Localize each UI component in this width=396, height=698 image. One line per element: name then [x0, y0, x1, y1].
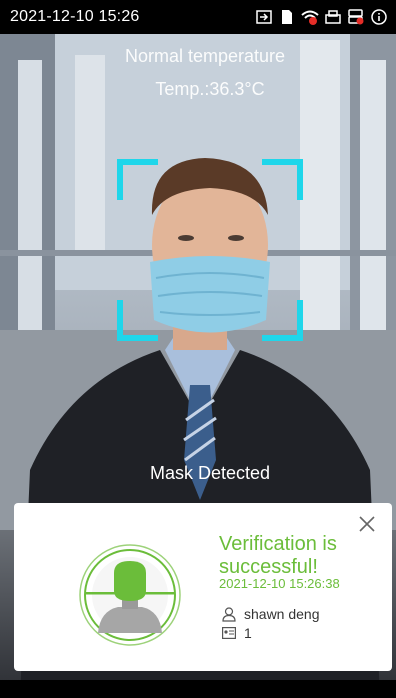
- id-card-icon: [222, 627, 236, 639]
- verification-title: Verification is successful!: [219, 533, 337, 578]
- mask-status: Mask Detected: [149, 463, 271, 483]
- sim-card-icon: [278, 8, 296, 26]
- database-alert-icon: [347, 8, 365, 26]
- verification-result-card: Verification is successful! 2021-12-10 1…: [14, 503, 392, 671]
- user-id-row: 1: [222, 625, 252, 641]
- verification-timestamp: 2021-12-10 15:26:38: [219, 576, 340, 591]
- info-icon[interactable]: [370, 8, 388, 26]
- user-id: 1: [244, 625, 252, 641]
- user-name-row: shawn deng: [222, 606, 320, 622]
- person-icon: [222, 606, 236, 622]
- status-icons: [255, 8, 388, 26]
- temperature-value: Temp.:36.3°C: [155, 79, 265, 99]
- temperature-status: Normal temperature: [124, 46, 286, 66]
- exit-icon: [255, 8, 273, 26]
- status-bar: 2021-12-10 15:26: [0, 0, 396, 34]
- bottom-bar: [0, 680, 396, 698]
- close-icon[interactable]: [358, 515, 376, 533]
- status-datetime: 2021-12-10 15:26: [10, 8, 140, 25]
- user-name: shawn deng: [244, 606, 320, 622]
- wifi-alert-icon: [301, 8, 319, 26]
- printer-icon: [324, 8, 342, 26]
- user-avatar-icon: [78, 543, 182, 647]
